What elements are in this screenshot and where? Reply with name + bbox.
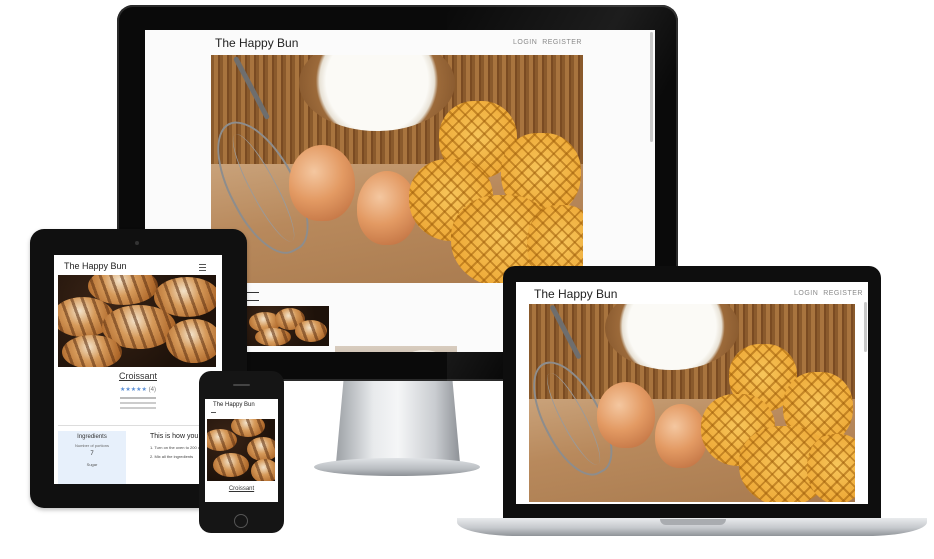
scrollbar[interactable] (650, 32, 653, 142)
recipe-title[interactable]: Croissant (54, 371, 222, 381)
rating-count: (4) (148, 387, 156, 393)
hero-image (529, 304, 855, 502)
portions-value[interactable]: 7 (58, 451, 126, 457)
home-button[interactable] (234, 514, 248, 528)
nav-links: LOGIN REGISTER (513, 39, 582, 46)
section-divider (58, 425, 218, 426)
hamburger-icon[interactable] (211, 412, 216, 413)
star-icon: ★★★★★ (120, 387, 147, 393)
site-brand[interactable]: The Happy Bun (534, 287, 617, 301)
nav-links: LOGIN REGISTER (794, 290, 863, 297)
site-brand[interactable]: The Happy Bun (213, 402, 255, 408)
login-link[interactable]: LOGIN (513, 39, 537, 46)
ingredients-portions-label: Number of portions (74, 443, 109, 448)
recipe-image (207, 419, 275, 481)
star-rating: ★★★★★ (4) (54, 386, 222, 393)
thumbnail-croissant[interactable] (245, 306, 329, 346)
ingredients-panel: Ingredients Number of portions 7 Sugar (58, 431, 126, 484)
phone-screen: The Happy Bun Croissant (205, 399, 278, 502)
thumbnail-baking[interactable] (335, 346, 457, 352)
recipe-title[interactable]: Croissant (205, 486, 278, 492)
laptop-trackpad-notch (660, 519, 726, 525)
hamburger-icon[interactable] (199, 264, 206, 271)
recipe-meta (120, 397, 156, 409)
divider-line (245, 292, 259, 293)
ingredients-heading: Ingredients (77, 434, 107, 440)
divider-line (245, 300, 259, 301)
site-brand[interactable]: The Happy Bun (215, 36, 298, 50)
camera-icon (135, 241, 139, 245)
ingredient-item: Sugar (86, 462, 98, 467)
register-link[interactable]: REGISTER (823, 290, 863, 297)
speaker-icon (233, 384, 250, 386)
scrollbar[interactable] (864, 302, 867, 352)
laptop-screen: The Happy Bun LOGIN REGISTER (516, 282, 868, 504)
monitor-stand (336, 381, 460, 463)
recipe-image (58, 275, 216, 367)
monitor-foot (314, 458, 480, 476)
hero-image (211, 55, 583, 283)
register-link[interactable]: REGISTER (542, 39, 582, 46)
tablet-screen: The Happy Bun Croissant ★★★★★ (4) Ingred… (54, 255, 222, 484)
login-link[interactable]: LOGIN (794, 290, 818, 297)
site-brand[interactable]: The Happy Bun (64, 261, 127, 271)
